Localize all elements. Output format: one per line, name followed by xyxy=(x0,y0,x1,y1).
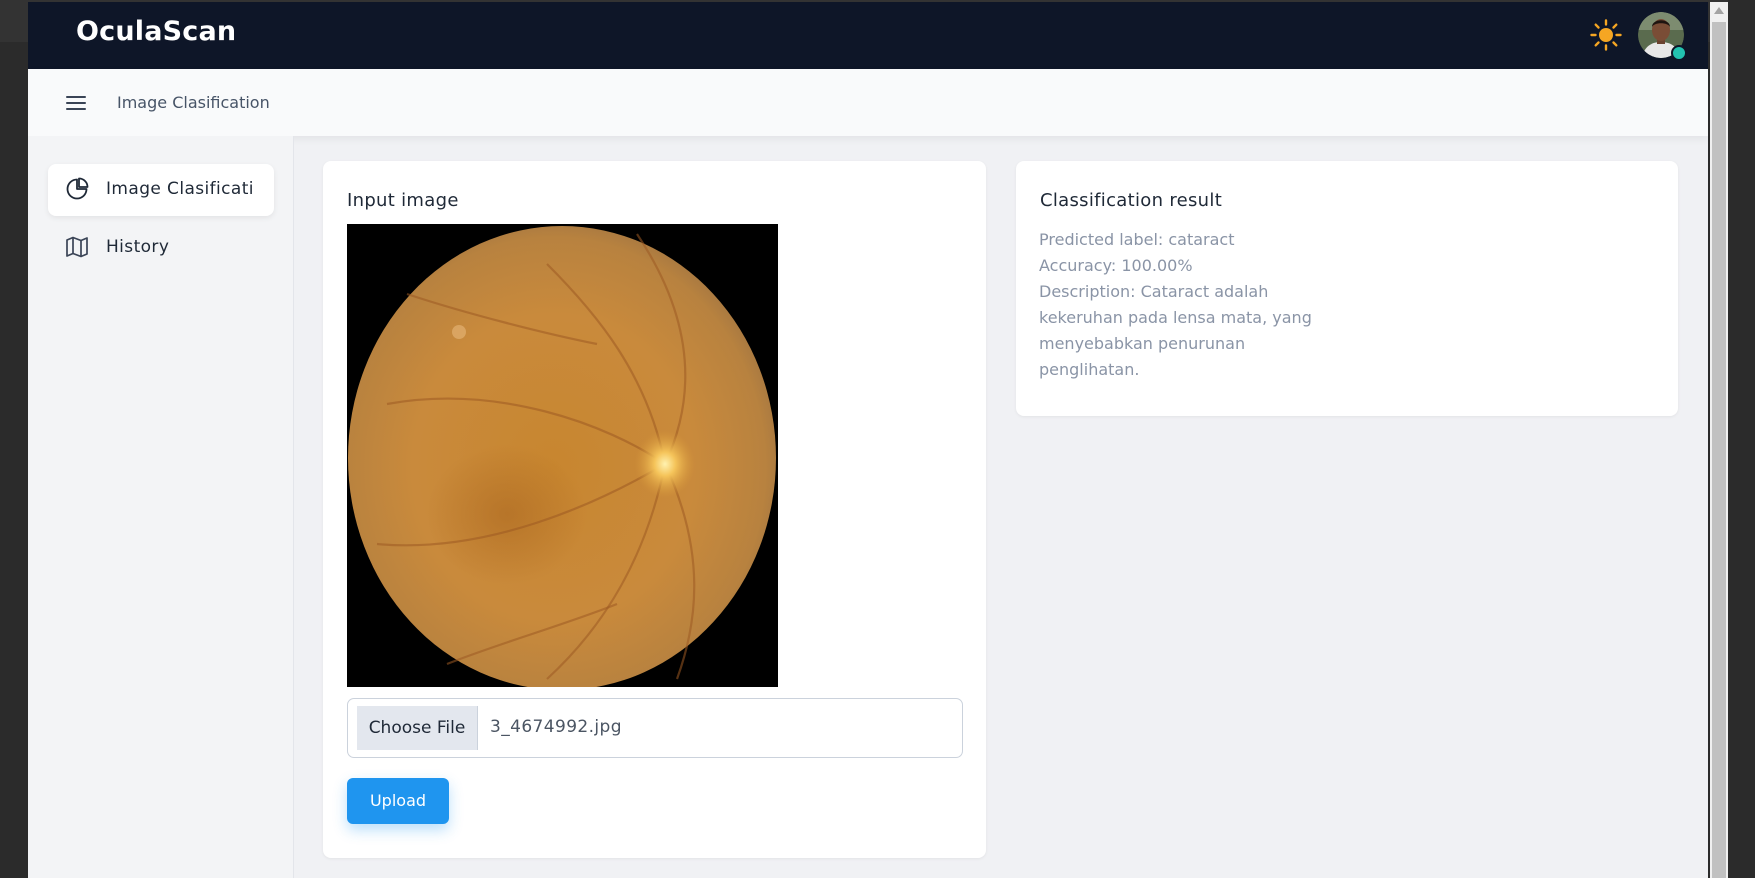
fundus-image xyxy=(347,224,778,687)
result-text: Predicted label: cataract Accuracy: 100.… xyxy=(1039,227,1339,383)
sidebar-item-history[interactable]: History xyxy=(48,222,274,274)
upload-button[interactable]: Upload xyxy=(347,778,449,824)
input-image-card: Input image Choose File 3_4674992.jpg Up… xyxy=(323,161,986,858)
accuracy-text: Accuracy: 100.00% xyxy=(1039,256,1193,275)
description-text: menyebabkan penurunan xyxy=(1039,334,1246,353)
predicted-label-text: Predicted label: cataract xyxy=(1039,230,1235,249)
input-card-title: Input image xyxy=(347,190,459,211)
sidebar-item-label: History xyxy=(106,237,170,257)
description-text: kekeruhan pada lensa mata, yang xyxy=(1039,308,1312,327)
scroll-up-arrow-icon[interactable] xyxy=(1714,7,1724,14)
online-status-dot xyxy=(1671,45,1687,61)
sub-header: Image Clasification xyxy=(28,69,1708,136)
scrollbar-thumb[interactable] xyxy=(1712,22,1726,878)
page-title: Image Clasification xyxy=(117,93,270,112)
selected-file-name: 3_4674992.jpg xyxy=(490,717,622,737)
hamburger-icon[interactable] xyxy=(64,91,88,115)
file-input[interactable]: Choose File 3_4674992.jpg xyxy=(347,698,963,758)
browser-chrome-right xyxy=(1728,0,1755,878)
app-window: OculaScan Image Clasification Image Clas… xyxy=(28,2,1708,878)
result-card-title: Classification result xyxy=(1040,190,1223,211)
vertical-scrollbar[interactable] xyxy=(1710,2,1728,878)
sidebar-item-image-clasification[interactable]: Image Clasification xyxy=(48,164,274,216)
top-navbar: OculaScan xyxy=(28,2,1708,69)
description-text: penglihatan. xyxy=(1039,360,1140,379)
choose-file-button[interactable]: Choose File xyxy=(357,706,478,750)
map-icon xyxy=(66,236,88,258)
pie-chart-icon xyxy=(66,177,89,200)
classification-result-card: Classification result Predicted label: c… xyxy=(1016,161,1678,416)
description-text: Description: Cataract adalah xyxy=(1039,282,1269,301)
sidebar-item-label: Image Clasification xyxy=(106,179,254,199)
sidebar: Image Clasification History xyxy=(28,136,294,878)
brand-logo[interactable]: OculaScan xyxy=(76,16,236,47)
sun-icon[interactable] xyxy=(1590,19,1622,51)
